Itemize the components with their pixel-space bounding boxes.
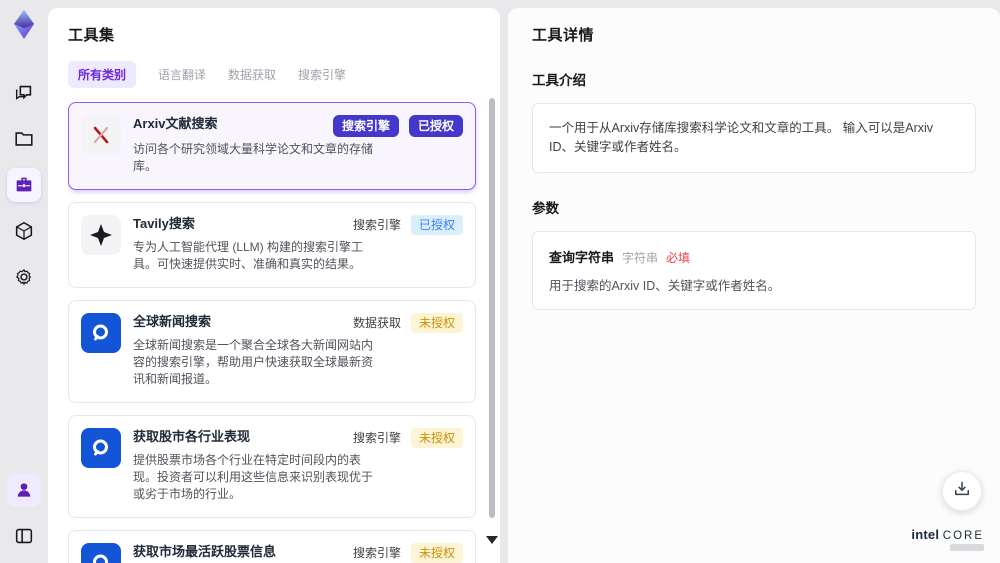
tool-name: 获取股市各行业表现: [133, 429, 251, 444]
scrollbar: [486, 96, 498, 556]
tool-list: Arxiv文献搜索 搜索引擎 已授权 访问各个研究领域大量科学论文和文章的存储库…: [68, 102, 480, 563]
panel-toggle-icon: [13, 525, 35, 547]
status-badge: 已授权: [408, 115, 463, 137]
tool-name: 全球新闻搜索: [133, 314, 212, 329]
tool-detail-panel: 工具详情 工具介绍 一个用于从Arxiv存储库搜索科学论文和文章的工具。 输入可…: [508, 8, 1000, 563]
sidebar-rail: [0, 0, 48, 563]
category-badge: 搜索引擎: [352, 218, 401, 232]
status-badge: 未授权: [410, 313, 463, 333]
tool-name: Arxiv文献搜索: [133, 116, 218, 131]
sidebar-item-chat[interactable]: [7, 76, 41, 110]
intel-core-badge: intel CORE: [911, 527, 984, 551]
intro-box: 一个用于从Arxiv存储库搜索科学论文和文章的工具。 输入可以是Arxiv ID…: [532, 103, 976, 173]
status-badge: 未授权: [410, 543, 463, 563]
tool-card[interactable]: 获取股市各行业表现 搜索引擎 未授权 提供股票市场各个行业在特定时间段内的表现。…: [68, 415, 476, 518]
sidebar-item-account[interactable]: [7, 473, 41, 507]
category-badge: 搜索引擎: [352, 546, 401, 560]
status-badge: 已授权: [410, 215, 463, 235]
scroll-down-icon[interactable]: [486, 536, 498, 544]
params-heading: 参数: [532, 201, 559, 216]
category-badge: 数据获取: [352, 316, 401, 330]
tool-name: Tavily搜索: [133, 216, 195, 231]
tool-name: 获取市场最活跃股票信息: [133, 544, 277, 559]
scrollbar-thumb[interactable]: [489, 98, 495, 518]
tool-card[interactable]: 全球新闻搜索 数据获取 未授权 全球新闻搜索是一个聚合全球各大新闻网站内容的搜索…: [68, 300, 476, 403]
tool-card[interactable]: 获取市场最活跃股票信息 搜索引擎 未授权 提供当天交易量最高的股票列表，投资者可…: [68, 530, 476, 563]
tool-description: 专为人工智能代理 (LLM) 构建的搜索引擎工具。可快速提供实时、准确和真实的结…: [133, 240, 364, 271]
category-badge: 搜索引擎: [332, 115, 399, 137]
sidebar-item-settings[interactable]: [7, 260, 41, 294]
status-badge: 未授权: [410, 428, 463, 448]
intro-heading: 工具介绍: [532, 73, 586, 88]
app-logo[interactable]: [7, 8, 41, 42]
category-tab[interactable]: 搜索引擎: [298, 61, 346, 88]
category-tabs: 所有类别 语言翻译 数据获取 搜索引擎: [68, 61, 480, 88]
param-required-badge: 必填: [666, 251, 691, 265]
tool-description: 全球新闻搜索是一个聚合全球各大新闻网站内容的搜索引擎，帮助用户快速获取全球最新资…: [133, 338, 374, 386]
intro-text: 一个用于从Arxiv存储库搜索科学论文和文章的工具。 输入可以是Arxiv ID…: [549, 121, 934, 154]
tool-card[interactable]: Tavily搜索 搜索引擎 已授权 专为人工智能代理 (LLM) 构建的搜索引擎…: [68, 202, 476, 288]
sidebar-item-tools[interactable]: [7, 168, 41, 202]
param-list: 查询字符串 字符串 必填 用于搜索的Arxiv ID、关键字或作者姓名。: [532, 231, 976, 310]
arxiv-icon: [81, 115, 121, 155]
download-button[interactable]: [942, 471, 982, 511]
tavily-icon: [81, 215, 121, 255]
chat-icon: [13, 82, 35, 104]
param-description: 用于搜索的Arxiv ID、关键字或作者姓名。: [549, 279, 781, 293]
folder-icon: [13, 128, 35, 150]
category-tab[interactable]: 语言翻译: [158, 61, 206, 88]
detail-title: 工具详情: [532, 27, 595, 44]
intel-brand-text: intel: [911, 527, 940, 542]
intel-sub-badge: [950, 544, 984, 551]
intel-product-text: CORE: [942, 530, 984, 542]
download-icon: [952, 479, 972, 504]
page-title: 工具集: [68, 27, 115, 44]
param-type: 字符串: [622, 251, 659, 265]
sidebar-item-collapse[interactable]: [7, 519, 41, 553]
category-tab[interactable]: 所有类别: [68, 61, 137, 88]
active-stock-icon: [81, 543, 121, 563]
tool-description: 提供股票市场各个行业在特定时间段内的表现。投资者可以利用这些信息来识别表现优于或…: [133, 453, 374, 501]
category-tab[interactable]: 数据获取: [228, 61, 276, 88]
param-name: 查询字符串: [549, 250, 615, 265]
toolbox-icon: [13, 174, 35, 196]
tool-list-panel: 工具集 所有类别 语言翻译 数据获取 搜索引擎 Arxiv文献搜索 搜索引擎 已…: [48, 8, 500, 563]
settings-icon: [13, 266, 35, 288]
tool-card[interactable]: Arxiv文献搜索 搜索引擎 已授权 访问各个研究领域大量科学论文和文章的存储库…: [68, 102, 476, 190]
user-icon: [14, 480, 34, 500]
package-icon: [13, 220, 35, 242]
global-news-icon: [81, 313, 121, 353]
sidebar-item-files[interactable]: [7, 122, 41, 156]
param-card: 查询字符串 字符串 必填 用于搜索的Arxiv ID、关键字或作者姓名。: [532, 231, 976, 310]
stock-sector-icon: [81, 428, 121, 468]
tool-description: 访问各个研究领域大量科学论文和文章的存储库。: [133, 142, 374, 173]
category-badge: 搜索引擎: [352, 431, 401, 445]
sidebar-item-packages[interactable]: [7, 214, 41, 248]
